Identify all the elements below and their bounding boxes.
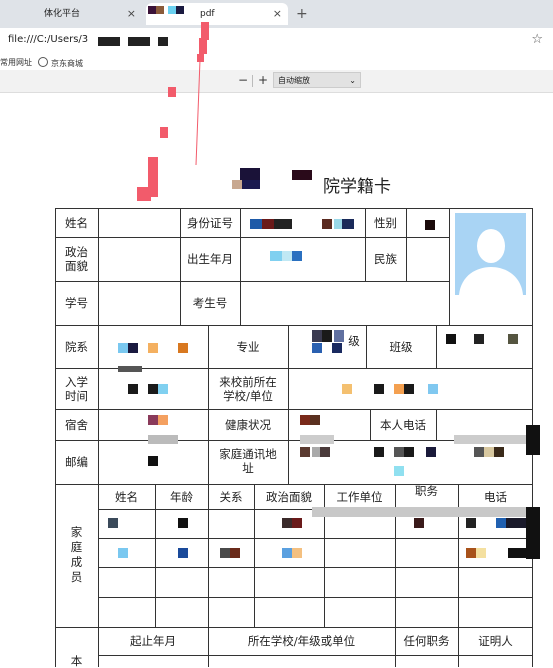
redaction-block bbox=[526, 507, 540, 559]
redaction-block bbox=[274, 219, 292, 229]
redaction-block bbox=[322, 330, 332, 342]
redaction-block bbox=[428, 384, 438, 394]
redaction-block bbox=[292, 548, 302, 558]
redaction-block bbox=[312, 330, 322, 342]
redaction-block bbox=[128, 343, 138, 353]
arrow-segment bbox=[201, 22, 209, 40]
redaction-block bbox=[282, 548, 292, 558]
redaction-block bbox=[320, 447, 330, 457]
redaction-block bbox=[332, 343, 342, 353]
redaction-block bbox=[476, 548, 486, 558]
redaction-block bbox=[292, 518, 302, 528]
redaction-block bbox=[292, 251, 302, 261]
redaction-block bbox=[425, 220, 435, 230]
redaction-block bbox=[394, 447, 404, 457]
redaction-block bbox=[496, 518, 506, 528]
redaction-block bbox=[178, 548, 188, 558]
redaction-block bbox=[300, 447, 310, 457]
redaction-block bbox=[270, 251, 282, 261]
redaction-block bbox=[394, 466, 404, 476]
redaction-block bbox=[282, 251, 292, 261]
redaction-block bbox=[474, 334, 484, 344]
redaction-block bbox=[300, 415, 310, 425]
redaction-block bbox=[108, 518, 118, 528]
redaction-block bbox=[342, 219, 354, 229]
redaction-block bbox=[158, 384, 168, 394]
redaction-block bbox=[310, 415, 320, 425]
redaction-block bbox=[394, 384, 404, 394]
redaction-block bbox=[230, 548, 240, 558]
redaction-block bbox=[494, 447, 504, 457]
redaction-block bbox=[250, 219, 262, 229]
redaction-block bbox=[118, 548, 128, 558]
redaction-block bbox=[148, 384, 158, 394]
redaction-block bbox=[128, 384, 138, 394]
redaction-block bbox=[148, 435, 178, 444]
redaction-block bbox=[148, 456, 158, 466]
redaction-block bbox=[374, 384, 384, 394]
redaction-block bbox=[334, 330, 344, 342]
redaction-block bbox=[322, 219, 332, 229]
redaction-block bbox=[506, 518, 526, 528]
redaction-block bbox=[454, 435, 532, 444]
red-arrow-annotation bbox=[137, 22, 209, 201]
redaction-block bbox=[282, 518, 292, 528]
arrow-guide bbox=[195, 59, 201, 166]
redaction-block bbox=[300, 435, 334, 444]
redaction-block bbox=[178, 518, 188, 528]
redaction-block bbox=[466, 518, 476, 528]
redaction-block bbox=[426, 447, 436, 457]
redaction-block bbox=[466, 548, 476, 558]
arrow-segment bbox=[197, 54, 204, 62]
redaction-block bbox=[118, 366, 142, 372]
redaction-block bbox=[446, 334, 456, 344]
redaction-block bbox=[474, 447, 484, 457]
redaction-block bbox=[312, 447, 320, 457]
redaction-block bbox=[508, 334, 518, 344]
arrow-segment bbox=[199, 38, 207, 54]
redaction-block bbox=[158, 415, 168, 425]
redaction-block bbox=[526, 425, 540, 455]
redaction-block bbox=[404, 447, 414, 457]
redaction-block bbox=[484, 447, 494, 457]
arrow-segment bbox=[160, 127, 168, 138]
redaction-block bbox=[374, 447, 384, 457]
redaction-block bbox=[312, 507, 526, 517]
redaction-block bbox=[404, 384, 414, 394]
redaction-block bbox=[414, 518, 424, 528]
redaction-block bbox=[508, 548, 526, 558]
redaction-block bbox=[118, 343, 128, 353]
arrow-segment bbox=[137, 187, 151, 201]
redaction-block bbox=[148, 415, 158, 425]
redaction-block bbox=[312, 343, 322, 353]
redaction-block bbox=[342, 384, 352, 394]
redaction-block bbox=[178, 343, 188, 353]
redaction-block bbox=[220, 548, 230, 558]
arrow-segment bbox=[168, 87, 176, 97]
redaction-block bbox=[148, 343, 158, 353]
redaction-block bbox=[262, 219, 274, 229]
redaction-block bbox=[334, 219, 342, 229]
